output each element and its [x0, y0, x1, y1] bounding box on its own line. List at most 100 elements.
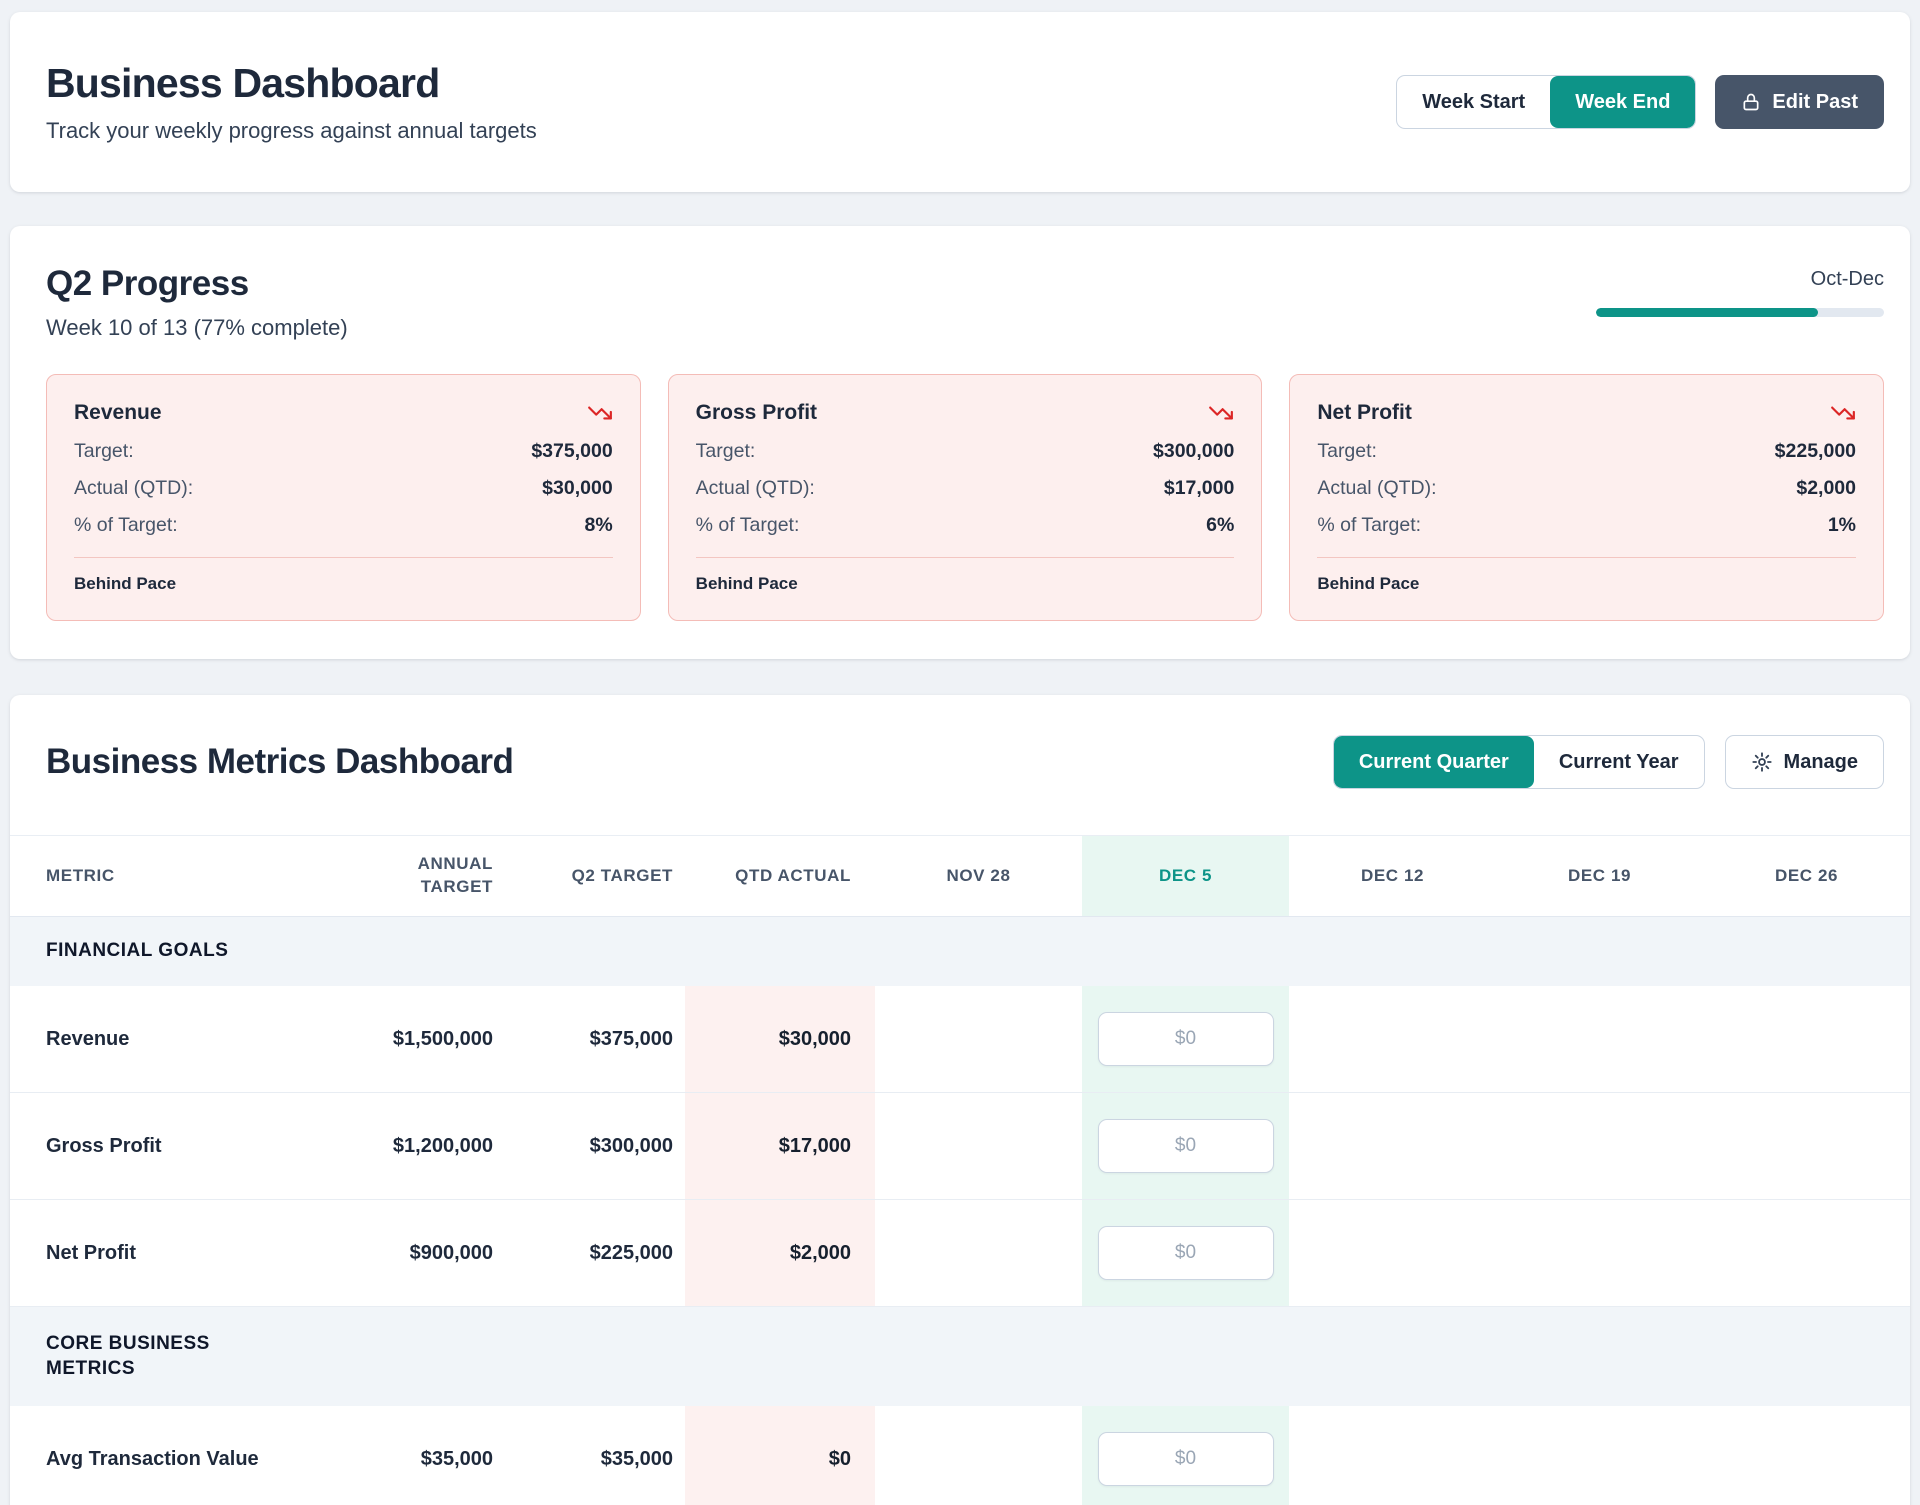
dec5-input[interactable] [1098, 1432, 1274, 1486]
period-toggle-group: Current Quarter Current Year [1333, 735, 1705, 789]
annual-target-value: $1,200,000 [365, 1093, 505, 1199]
actual-value: $30,000 [542, 477, 613, 500]
divider [696, 557, 1235, 558]
week-cell-dec-19 [1496, 1406, 1703, 1505]
section-label: FINANCIAL GOALS [46, 939, 228, 964]
q2-progress-track [1596, 308, 1884, 317]
actual-label: Actual (QTD): [696, 477, 815, 500]
pct-value: 8% [584, 514, 612, 537]
qtd-actual-value: $30,000 [685, 986, 875, 1092]
target-value: $300,000 [1153, 440, 1234, 463]
page-subtitle: Track your weekly progress against annua… [46, 118, 537, 144]
dashboard-header: Business Dashboard Track your weekly pro… [10, 12, 1910, 192]
pace-status: Behind Pace [696, 574, 1235, 594]
col-metric: METRIC [10, 836, 365, 916]
week-cell-dec-19 [1496, 986, 1703, 1092]
pace-status: Behind Pace [1317, 574, 1856, 594]
metric-name: Gross Profit [10, 1093, 365, 1199]
dec5-input[interactable] [1098, 1012, 1274, 1066]
col-qtd-actual: QTD ACTUAL [685, 836, 875, 916]
section-label: CORE BUSINESS METRICS [46, 1332, 261, 1381]
current-year-button[interactable]: Current Year [1534, 736, 1704, 788]
week-cell-dec-5 [1082, 1406, 1289, 1505]
divider [74, 557, 613, 558]
week-cell-dec-26 [1703, 1406, 1910, 1505]
q2-target-value: $225,000 [505, 1200, 685, 1306]
kpi-title: Net Profit [1317, 401, 1412, 425]
col-dec-19: DEC 19 [1496, 836, 1703, 916]
metric-name: Net Profit [10, 1200, 365, 1306]
kpi-card-net-profit: Net Profit Target: $225,000 Actual (QTD):… [1289, 374, 1884, 621]
pct-label: % of Target: [696, 514, 800, 537]
week-cell-dec-19 [1496, 1093, 1703, 1199]
q2-title-block: Q2 Progress Week 10 of 13 (77% complete) [46, 264, 348, 341]
col-dec-26: DEC 26 [1703, 836, 1910, 916]
q2-progress-block: Oct-Dec [1596, 264, 1884, 317]
page-title: Business Dashboard [46, 60, 537, 107]
week-cell-dec-5 [1082, 986, 1289, 1092]
qtd-actual-value: $2,000 [685, 1200, 875, 1306]
qtd-actual-value: $0 [685, 1406, 875, 1505]
target-label: Target: [1317, 440, 1377, 463]
week-cell-nov-28 [875, 1406, 1082, 1505]
metrics-title: Business Metrics Dashboard [46, 742, 513, 782]
header-text-block: Business Dashboard Track your weekly pro… [46, 60, 537, 144]
q2-progress-card: Q2 Progress Week 10 of 13 (77% complete)… [10, 226, 1910, 659]
week-cell-nov-28 [875, 1200, 1082, 1306]
actual-label: Actual (QTD): [74, 477, 193, 500]
section-financial-goals: FINANCIAL GOALS [10, 917, 1910, 986]
dec5-input[interactable] [1098, 1119, 1274, 1173]
q2-week-text: Week 10 of 13 (77% complete) [46, 315, 348, 341]
current-quarter-button[interactable]: Current Quarter [1334, 736, 1534, 788]
week-cell-dec-26 [1703, 986, 1910, 1092]
section-core-business-metrics: CORE BUSINESS METRICS [10, 1307, 1910, 1406]
kpi-card-gross-profit: Gross Profit Target: $300,000 Actual (QTD… [668, 374, 1263, 621]
week-cell-dec-12 [1289, 1406, 1496, 1505]
q2-target-value: $375,000 [505, 986, 685, 1092]
week-cell-dec-19 [1496, 1200, 1703, 1306]
week-start-button[interactable]: Week Start [1397, 76, 1550, 128]
q2-top: Q2 Progress Week 10 of 13 (77% complete)… [46, 264, 1884, 341]
trending-down-icon [587, 400, 613, 426]
week-cell-dec-5 [1082, 1093, 1289, 1199]
metric-name: Avg Transaction Value [10, 1406, 365, 1505]
metrics-dashboard-card: Business Metrics Dashboard Current Quart… [10, 695, 1910, 1505]
actual-label: Actual (QTD): [1317, 477, 1436, 500]
dec5-input[interactable] [1098, 1226, 1274, 1280]
metric-name: Revenue [10, 986, 365, 1092]
pace-status: Behind Pace [74, 574, 613, 594]
pct-value: 6% [1206, 514, 1234, 537]
week-cell-nov-28 [875, 1093, 1082, 1199]
annual-target-value: $900,000 [365, 1200, 505, 1306]
trending-down-icon [1830, 400, 1856, 426]
manage-label: Manage [1784, 751, 1858, 774]
week-cell-dec-5 [1082, 1200, 1289, 1306]
table-row-gross-profit: Gross Profit $1,200,000 $300,000 $17,000 [10, 1093, 1910, 1200]
metrics-actions: Current Quarter Current Year Manage [1333, 735, 1884, 789]
target-label: Target: [696, 440, 756, 463]
actual-value: $2,000 [1796, 477, 1856, 500]
pct-label: % of Target: [1317, 514, 1421, 537]
pct-label: % of Target: [74, 514, 178, 537]
col-q2-target: Q2 TARGET [505, 836, 685, 916]
target-value: $225,000 [1775, 440, 1856, 463]
target-label: Target: [74, 440, 134, 463]
week-end-button[interactable]: Week End [1550, 76, 1695, 128]
edit-past-button[interactable]: Edit Past [1715, 75, 1884, 129]
annual-target-value: $1,500,000 [365, 986, 505, 1092]
week-cell-dec-12 [1289, 986, 1496, 1092]
table-header-row: METRIC ANNUAL TARGET Q2 TARGET QTD ACTUA… [10, 835, 1910, 917]
gear-icon [1751, 751, 1773, 773]
kpi-title: Gross Profit [696, 401, 817, 425]
col-nov-28: NOV 28 [875, 836, 1082, 916]
q2-progress-fill [1596, 308, 1818, 317]
q2-target-value: $300,000 [505, 1093, 685, 1199]
q2-range-label: Oct-Dec [1596, 268, 1884, 291]
week-cell-dec-26 [1703, 1093, 1910, 1199]
annual-target-value: $35,000 [365, 1406, 505, 1505]
week-cell-nov-28 [875, 986, 1082, 1092]
metrics-header: Business Metrics Dashboard Current Quart… [10, 735, 1910, 789]
manage-button[interactable]: Manage [1725, 735, 1884, 789]
divider [1317, 557, 1856, 558]
edit-past-label: Edit Past [1772, 91, 1858, 114]
